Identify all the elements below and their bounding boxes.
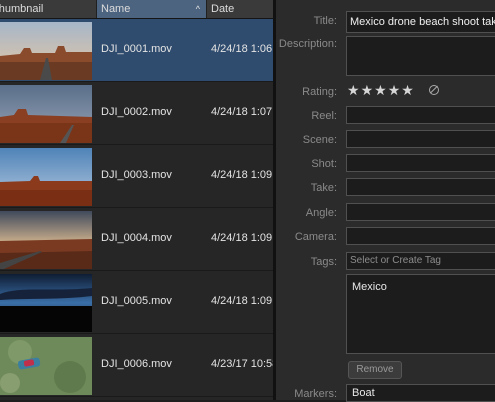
list-row[interactable]: DJI_0001.mov 4/24/18 1:06 — [0, 19, 273, 82]
tags-input[interactable]: Select or Create Tag — [346, 252, 495, 270]
list-row[interactable]: DJI_0005.mov 4/24/18 1:09 — [0, 271, 273, 334]
clip-date: 4/24/18 1:09 — [211, 295, 273, 307]
clip-thumbnail — [0, 337, 92, 395]
tag-item[interactable]: Mexico — [352, 281, 387, 293]
rating-stars[interactable]: ★★★★★ — [347, 82, 415, 98]
rating-label: Rating: — [302, 86, 337, 98]
clip-name: DJI_0005.mov — [101, 295, 172, 307]
clip-name: DJI_0003.mov — [101, 169, 172, 181]
description-field[interactable] — [346, 36, 495, 76]
clip-name: DJI_0004.mov — [101, 232, 172, 244]
no-rating-icon[interactable] — [429, 85, 439, 95]
clip-date: 4/23/17 10:58 — [211, 358, 273, 370]
take-field[interactable] — [346, 178, 495, 196]
column-header-date[interactable]: Date — [207, 0, 273, 18]
reel-label: Reel: — [311, 110, 337, 122]
clip-list: Thumbnail Name ^ Date DJI_0001.mov 4/24/… — [0, 0, 273, 400]
column-header-name[interactable]: Name ^ — [97, 0, 207, 18]
scene-field[interactable] — [346, 130, 495, 148]
sort-ascending-icon: ^ — [195, 4, 200, 14]
list-row[interactable]: DJI_0002.mov 4/24/18 1:07 — [0, 82, 273, 145]
reel-field[interactable] — [346, 106, 495, 124]
tags-label: Tags: — [310, 256, 337, 268]
metadata-panel: Title: Mexico drone beach shoot take 1 D… — [276, 0, 495, 402]
description-label: Description: — [278, 38, 337, 50]
clip-date: 4/24/18 1:06 — [211, 43, 273, 55]
list-row[interactable]: DJI_0003.mov 4/24/18 1:09 — [0, 145, 273, 208]
clip-thumbnail — [0, 211, 92, 269]
shot-field[interactable] — [346, 154, 495, 172]
title-field[interactable]: Mexico drone beach shoot take 1 — [346, 11, 495, 33]
take-label: Take: — [310, 182, 337, 194]
list-row[interactable]: DJI_0004.mov 4/24/18 1:09 — [0, 208, 273, 271]
star-icon[interactable]: ★ — [401, 82, 414, 98]
star-icon[interactable]: ★ — [388, 82, 401, 98]
markers-label: Markers: — [294, 388, 337, 400]
title-label: Title: — [313, 15, 337, 27]
star-icon[interactable]: ★ — [347, 82, 360, 98]
list-header: Thumbnail Name ^ Date — [0, 0, 273, 19]
column-header-thumbnail[interactable]: Thumbnail — [0, 0, 97, 18]
clip-date: 4/24/18 1:09 — [211, 169, 273, 181]
star-icon[interactable]: ★ — [361, 82, 374, 98]
clip-thumbnail — [0, 148, 92, 206]
marker-item[interactable]: Boat — [346, 384, 495, 402]
clip-thumbnail — [0, 22, 92, 80]
scene-label: Scene: — [302, 134, 337, 146]
camera-field[interactable] — [346, 227, 495, 245]
angle-field[interactable] — [346, 203, 495, 221]
clip-date: 4/24/18 1:07 — [211, 106, 273, 118]
clip-name: DJI_0001.mov — [101, 43, 172, 55]
clip-date: 4/24/18 1:09 — [211, 232, 273, 244]
clip-name: DJI_0006.mov — [101, 358, 172, 370]
column-header-name-label: Name — [101, 3, 131, 15]
clip-name: DJI_0002.mov — [101, 106, 172, 118]
clip-thumbnail — [0, 274, 92, 332]
camera-label: Camera: — [294, 231, 337, 243]
list-row[interactable]: DJI_0006.mov 4/23/17 10:58 — [0, 334, 273, 397]
shot-label: Shot: — [311, 158, 337, 170]
remove-tag-button[interactable]: Remove — [348, 361, 402, 379]
star-icon[interactable]: ★ — [374, 82, 387, 98]
clip-thumbnail — [0, 85, 92, 143]
angle-label: Angle: — [305, 207, 337, 219]
tags-list[interactable]: Mexico — [346, 274, 495, 354]
